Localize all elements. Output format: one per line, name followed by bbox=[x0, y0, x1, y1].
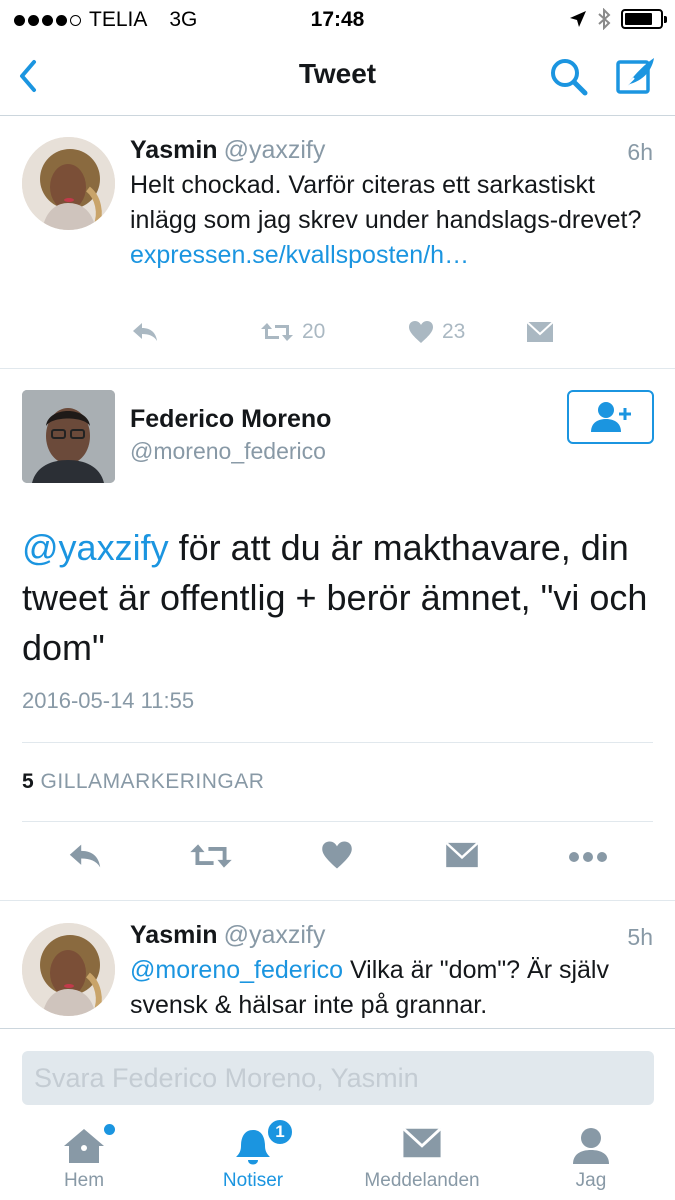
tab-home[interactable]: Hem bbox=[0, 1110, 168, 1200]
envelope-icon bbox=[526, 321, 554, 342]
tweet-header: Yasmin @yaxzify bbox=[130, 136, 325, 165]
reply-icon bbox=[133, 323, 157, 341]
divider bbox=[22, 742, 653, 743]
status-right bbox=[569, 8, 667, 30]
like-button[interactable] bbox=[321, 840, 353, 875]
follow-button[interactable] bbox=[567, 390, 654, 444]
federico-avatar-image bbox=[22, 390, 115, 483]
heart-icon bbox=[409, 321, 433, 343]
tab-label: Notiser bbox=[222, 1170, 284, 1191]
tweet-text: @yaxzify för att du är makthavare, din t… bbox=[22, 523, 662, 673]
tweet-text: @moreno_federico Vilka är "dom"? Är själ… bbox=[130, 953, 650, 1023]
likes-count: 5 bbox=[22, 770, 35, 793]
reply-button[interactable] bbox=[66, 840, 104, 877]
like-count: 23 bbox=[442, 320, 466, 343]
battery-icon bbox=[621, 9, 667, 29]
compose-quill-icon bbox=[616, 58, 654, 94]
author-handle: @yaxzify bbox=[223, 136, 326, 164]
more-dots-icon bbox=[569, 852, 607, 862]
tab-label: Hem bbox=[63, 1170, 105, 1191]
add-user-icon bbox=[590, 402, 631, 432]
tab-bar: Hem 1 Notiser Meddelanden Jag bbox=[0, 1110, 675, 1200]
yasmin-avatar-image bbox=[22, 137, 115, 230]
tweet-timestamp: 6h bbox=[627, 139, 653, 165]
author-name[interactable]: Federico Moreno bbox=[130, 405, 331, 434]
tweet-text: Helt chockad. Varför citeras ett sarkast… bbox=[130, 168, 650, 273]
person-icon bbox=[573, 1128, 609, 1164]
tweet-actions bbox=[0, 840, 675, 880]
tab-label: Meddelanden bbox=[364, 1170, 480, 1191]
avatar[interactable] bbox=[22, 137, 115, 230]
like-button[interactable]: 23 bbox=[408, 320, 526, 344]
status-bar: TELIA 3G 17:48 bbox=[0, 0, 675, 40]
tweet-mention[interactable]: @yaxzify bbox=[22, 527, 169, 568]
navigation-bar: Tweet bbox=[0, 40, 675, 116]
reply-icon bbox=[69, 844, 101, 868]
envelope-icon bbox=[445, 841, 479, 868]
tweet-header: Yasmin @yaxzify bbox=[130, 921, 325, 950]
location-arrow-icon bbox=[570, 11, 586, 27]
tweet-actions: 20 23 bbox=[130, 320, 554, 344]
retweet-button[interactable] bbox=[189, 840, 233, 877]
divider bbox=[22, 821, 653, 822]
author-handle: @moreno_federico bbox=[130, 438, 326, 464]
direct-message-button[interactable] bbox=[526, 321, 554, 343]
tab-me[interactable]: Jag bbox=[507, 1110, 675, 1200]
reply-input[interactable] bbox=[22, 1051, 654, 1105]
heart-icon bbox=[322, 841, 352, 869]
divider bbox=[0, 900, 675, 901]
avatar[interactable] bbox=[22, 390, 115, 483]
retweet-button[interactable]: 20 bbox=[260, 320, 408, 344]
search-button[interactable] bbox=[548, 56, 590, 103]
reply-button[interactable] bbox=[130, 320, 260, 344]
tab-label: Jag bbox=[575, 1170, 607, 1191]
tab-notifications[interactable]: 1 Notiser bbox=[169, 1110, 337, 1200]
avatar[interactable] bbox=[22, 923, 115, 1016]
direct-message-button[interactable] bbox=[445, 840, 479, 875]
yasmin-avatar-image bbox=[22, 923, 115, 1016]
home-icon bbox=[64, 1129, 104, 1163]
tweet-body: Helt chockad. Varför citeras ett sarkast… bbox=[130, 171, 642, 234]
retweet-icon bbox=[190, 844, 232, 868]
search-icon bbox=[551, 59, 588, 96]
home-unread-dot bbox=[104, 1124, 115, 1135]
author-name[interactable]: Yasmin bbox=[130, 136, 218, 164]
tweet-link[interactable]: expressen.se/kvallsposten/h… bbox=[130, 241, 469, 269]
bluetooth-icon bbox=[598, 8, 611, 30]
author-name[interactable]: Yasmin bbox=[130, 921, 218, 949]
reply-composer bbox=[0, 1028, 675, 1120]
tab-messages[interactable]: Meddelanden bbox=[338, 1110, 506, 1200]
tweet-timestamp: 5h bbox=[627, 924, 653, 950]
envelope-icon bbox=[402, 1127, 442, 1158]
tweet-mention[interactable]: @moreno_federico bbox=[130, 956, 343, 984]
more-options-button[interactable] bbox=[568, 850, 608, 868]
likes-summary[interactable]: 5 GILLAMARKERINGAR bbox=[22, 770, 264, 794]
likes-label: GILLAMARKERINGAR bbox=[40, 770, 265, 793]
retweet-count: 20 bbox=[302, 320, 326, 343]
tweet-date: 2016-05-14 11:55 bbox=[22, 688, 195, 713]
notification-badge: 1 bbox=[266, 1118, 294, 1146]
divider bbox=[0, 368, 675, 369]
retweet-icon bbox=[261, 323, 293, 341]
compose-tweet-button[interactable] bbox=[614, 54, 658, 103]
author-handle: @yaxzify bbox=[223, 921, 326, 949]
